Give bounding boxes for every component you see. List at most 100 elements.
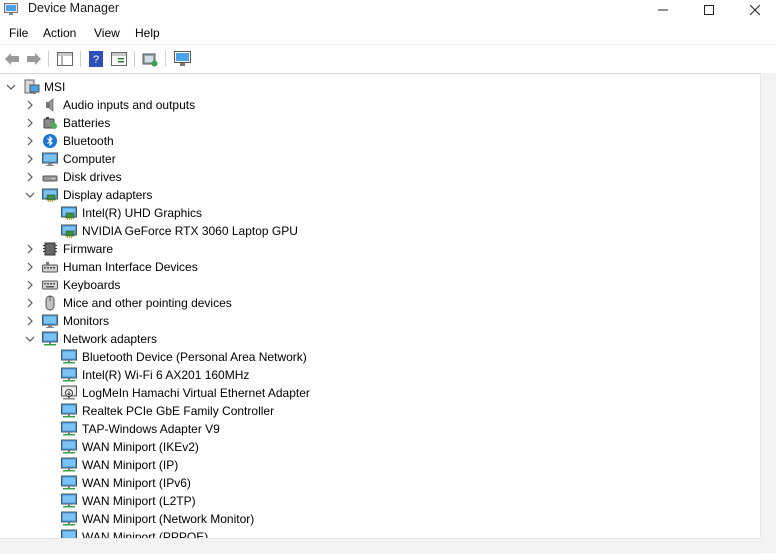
chevron-down-icon[interactable]: [25, 334, 35, 344]
back-button[interactable]: [3, 50, 21, 67]
menu-action[interactable]: Action: [43, 26, 76, 40]
firmware-icon: [43, 242, 57, 256]
help-icon: ?: [89, 50, 103, 67]
svg-text:?: ?: [93, 54, 99, 66]
tree-category-node[interactable]: Display adapters: [0, 186, 700, 204]
vertical-scrollbar[interactable]: [760, 73, 776, 538]
show-hide-console-tree-button[interactable]: [56, 50, 74, 67]
menu-help[interactable]: Help: [135, 26, 160, 40]
device-tree[interactable]: MSI Audio inputs and outputs Batteries Blue…: [0, 73, 760, 539]
tree-device-node[interactable]: WAN Miniport (IKEv2): [0, 438, 700, 456]
scan-hardware-changes-button[interactable]: [173, 50, 191, 67]
tree-node-label: WAN Miniport (IP): [82, 458, 179, 472]
tree-node-label: Audio inputs and outputs: [63, 98, 196, 112]
chevron-down-icon[interactable]: [25, 190, 35, 200]
tree-category-node[interactable]: Bluetooth: [0, 132, 700, 150]
tree-category-node[interactable]: Monitors: [0, 312, 700, 330]
network-adapter-icon: [61, 511, 77, 526]
tree-node-label: Keyboards: [63, 278, 121, 292]
close-button[interactable]: [732, 0, 776, 20]
tree-device-node[interactable]: WAN Miniport (L2TP): [0, 492, 700, 510]
title-bar: Device Manager: [0, 0, 776, 22]
tree-node-label: WAN Miniport (IKEv2): [82, 440, 199, 454]
chevron-down-icon[interactable]: [6, 82, 16, 92]
menu-view[interactable]: View: [94, 26, 120, 40]
network-adapter-icon: [61, 475, 77, 490]
maximize-button[interactable]: [686, 0, 732, 20]
tree-node-label: WAN Miniport (IPv6): [82, 476, 191, 490]
maximize-icon: [704, 5, 714, 15]
display-adapter-icon: [61, 206, 77, 220]
menu-file[interactable]: File: [9, 26, 28, 40]
tree-category-node[interactable]: Computer: [0, 150, 700, 168]
display-adapter-icon: [42, 188, 58, 202]
network-adapter-icon: [61, 367, 77, 382]
monitor-icon: [42, 314, 58, 328]
help-button[interactable]: ?: [87, 50, 105, 67]
tree-device-node[interactable]: NVIDIA GeForce RTX 3060 Laptop GPU: [0, 222, 700, 240]
chevron-right-icon[interactable]: [25, 262, 35, 272]
console-tree-icon: [57, 51, 73, 66]
battery-icon: [43, 117, 57, 129]
chevron-right-icon[interactable]: [25, 172, 35, 182]
tree-node-label: Realtek PCIe GbE Family Controller: [82, 404, 275, 418]
tree-category-node[interactable]: Firmware: [0, 240, 700, 258]
tree-category-node[interactable]: Human Interface Devices: [0, 258, 700, 276]
tree-device-node[interactable]: Intel(R) Wi-Fi 6 AX201 160MHz: [0, 366, 700, 384]
bluetooth-icon: [43, 134, 57, 148]
tree-device-node[interactable]: Intel(R) UHD Graphics: [0, 204, 700, 222]
network-adapter-icon: [61, 439, 77, 454]
tree-device-node[interactable]: WAN Miniport (IPv6): [0, 474, 700, 492]
tree-category-node[interactable]: Audio inputs and outputs: [0, 96, 700, 114]
tree-category-node[interactable]: Disk drives: [0, 168, 700, 186]
mouse-icon: [45, 295, 55, 311]
forward-arrow-icon: [27, 52, 41, 65]
tree-node-label: Human Interface Devices: [63, 260, 198, 274]
display-adapter-icon: [61, 224, 77, 238]
update-driver-icon: [142, 53, 158, 66]
chevron-right-icon[interactable]: [25, 118, 35, 128]
forward-button[interactable]: [25, 50, 43, 67]
minimize-icon: [658, 9, 668, 11]
tree-category-node[interactable]: Batteries: [0, 114, 700, 132]
tree-device-node[interactable]: Bluetooth Device (Personal Area Network): [0, 348, 700, 366]
device-manager-icon: [4, 3, 18, 15]
tree-node-label: Firmware: [63, 242, 113, 256]
chevron-right-icon[interactable]: [25, 100, 35, 110]
tree-category-node[interactable]: Keyboards: [0, 276, 700, 294]
tree-device-node[interactable]: WAN Miniport (Network Monitor): [0, 510, 700, 528]
minimize-button[interactable]: [640, 0, 686, 20]
close-icon: [750, 5, 760, 15]
chevron-right-icon[interactable]: [25, 136, 35, 146]
tree-device-node[interactable]: Realtek PCIe GbE Family Controller: [0, 402, 700, 420]
network-adapter-warning-icon: [61, 385, 77, 400]
tree-category-node[interactable]: Mice and other pointing devices: [0, 294, 700, 312]
chevron-right-icon[interactable]: [25, 280, 35, 290]
tree-node-label: WAN Miniport (Network Monitor): [82, 512, 255, 526]
tree-node-label: Disk drives: [63, 170, 122, 184]
tree-node-label: Intel(R) UHD Graphics: [82, 206, 203, 220]
chevron-right-icon[interactable]: [25, 316, 35, 326]
tree-root-node[interactable]: MSI: [0, 78, 700, 96]
chevron-right-icon[interactable]: [25, 244, 35, 254]
properties-icon: [111, 51, 127, 66]
properties-button[interactable]: [110, 50, 128, 67]
tree-node-label: Computer: [63, 152, 116, 166]
tree-node-label: NVIDIA GeForce RTX 3060 Laptop GPU: [82, 224, 298, 238]
tree-node-label: LogMeIn Hamachi Virtual Ethernet Adapter: [82, 386, 310, 400]
horizontal-scrollbar[interactable]: [0, 538, 760, 554]
tree-node-label: Mice and other pointing devices: [63, 296, 232, 310]
window-title: Device Manager: [28, 1, 120, 15]
network-adapter-icon: [42, 331, 58, 346]
tree-device-node[interactable]: WAN Miniport (IP): [0, 456, 700, 474]
menu-bar: File Action View Help: [0, 22, 776, 44]
tree-device-node[interactable]: TAP-Windows Adapter V9: [0, 420, 700, 438]
tree-category-node[interactable]: Network adapters: [0, 330, 700, 348]
chevron-right-icon[interactable]: [25, 298, 35, 308]
keyboard-icon: [42, 280, 58, 290]
update-driver-button[interactable]: [141, 50, 159, 67]
scrollbar-corner: [760, 538, 776, 553]
chevron-right-icon[interactable]: [25, 154, 35, 164]
disk-drive-icon: [42, 175, 58, 182]
tree-device-node[interactable]: LogMeIn Hamachi Virtual Ethernet Adapter: [0, 384, 700, 402]
